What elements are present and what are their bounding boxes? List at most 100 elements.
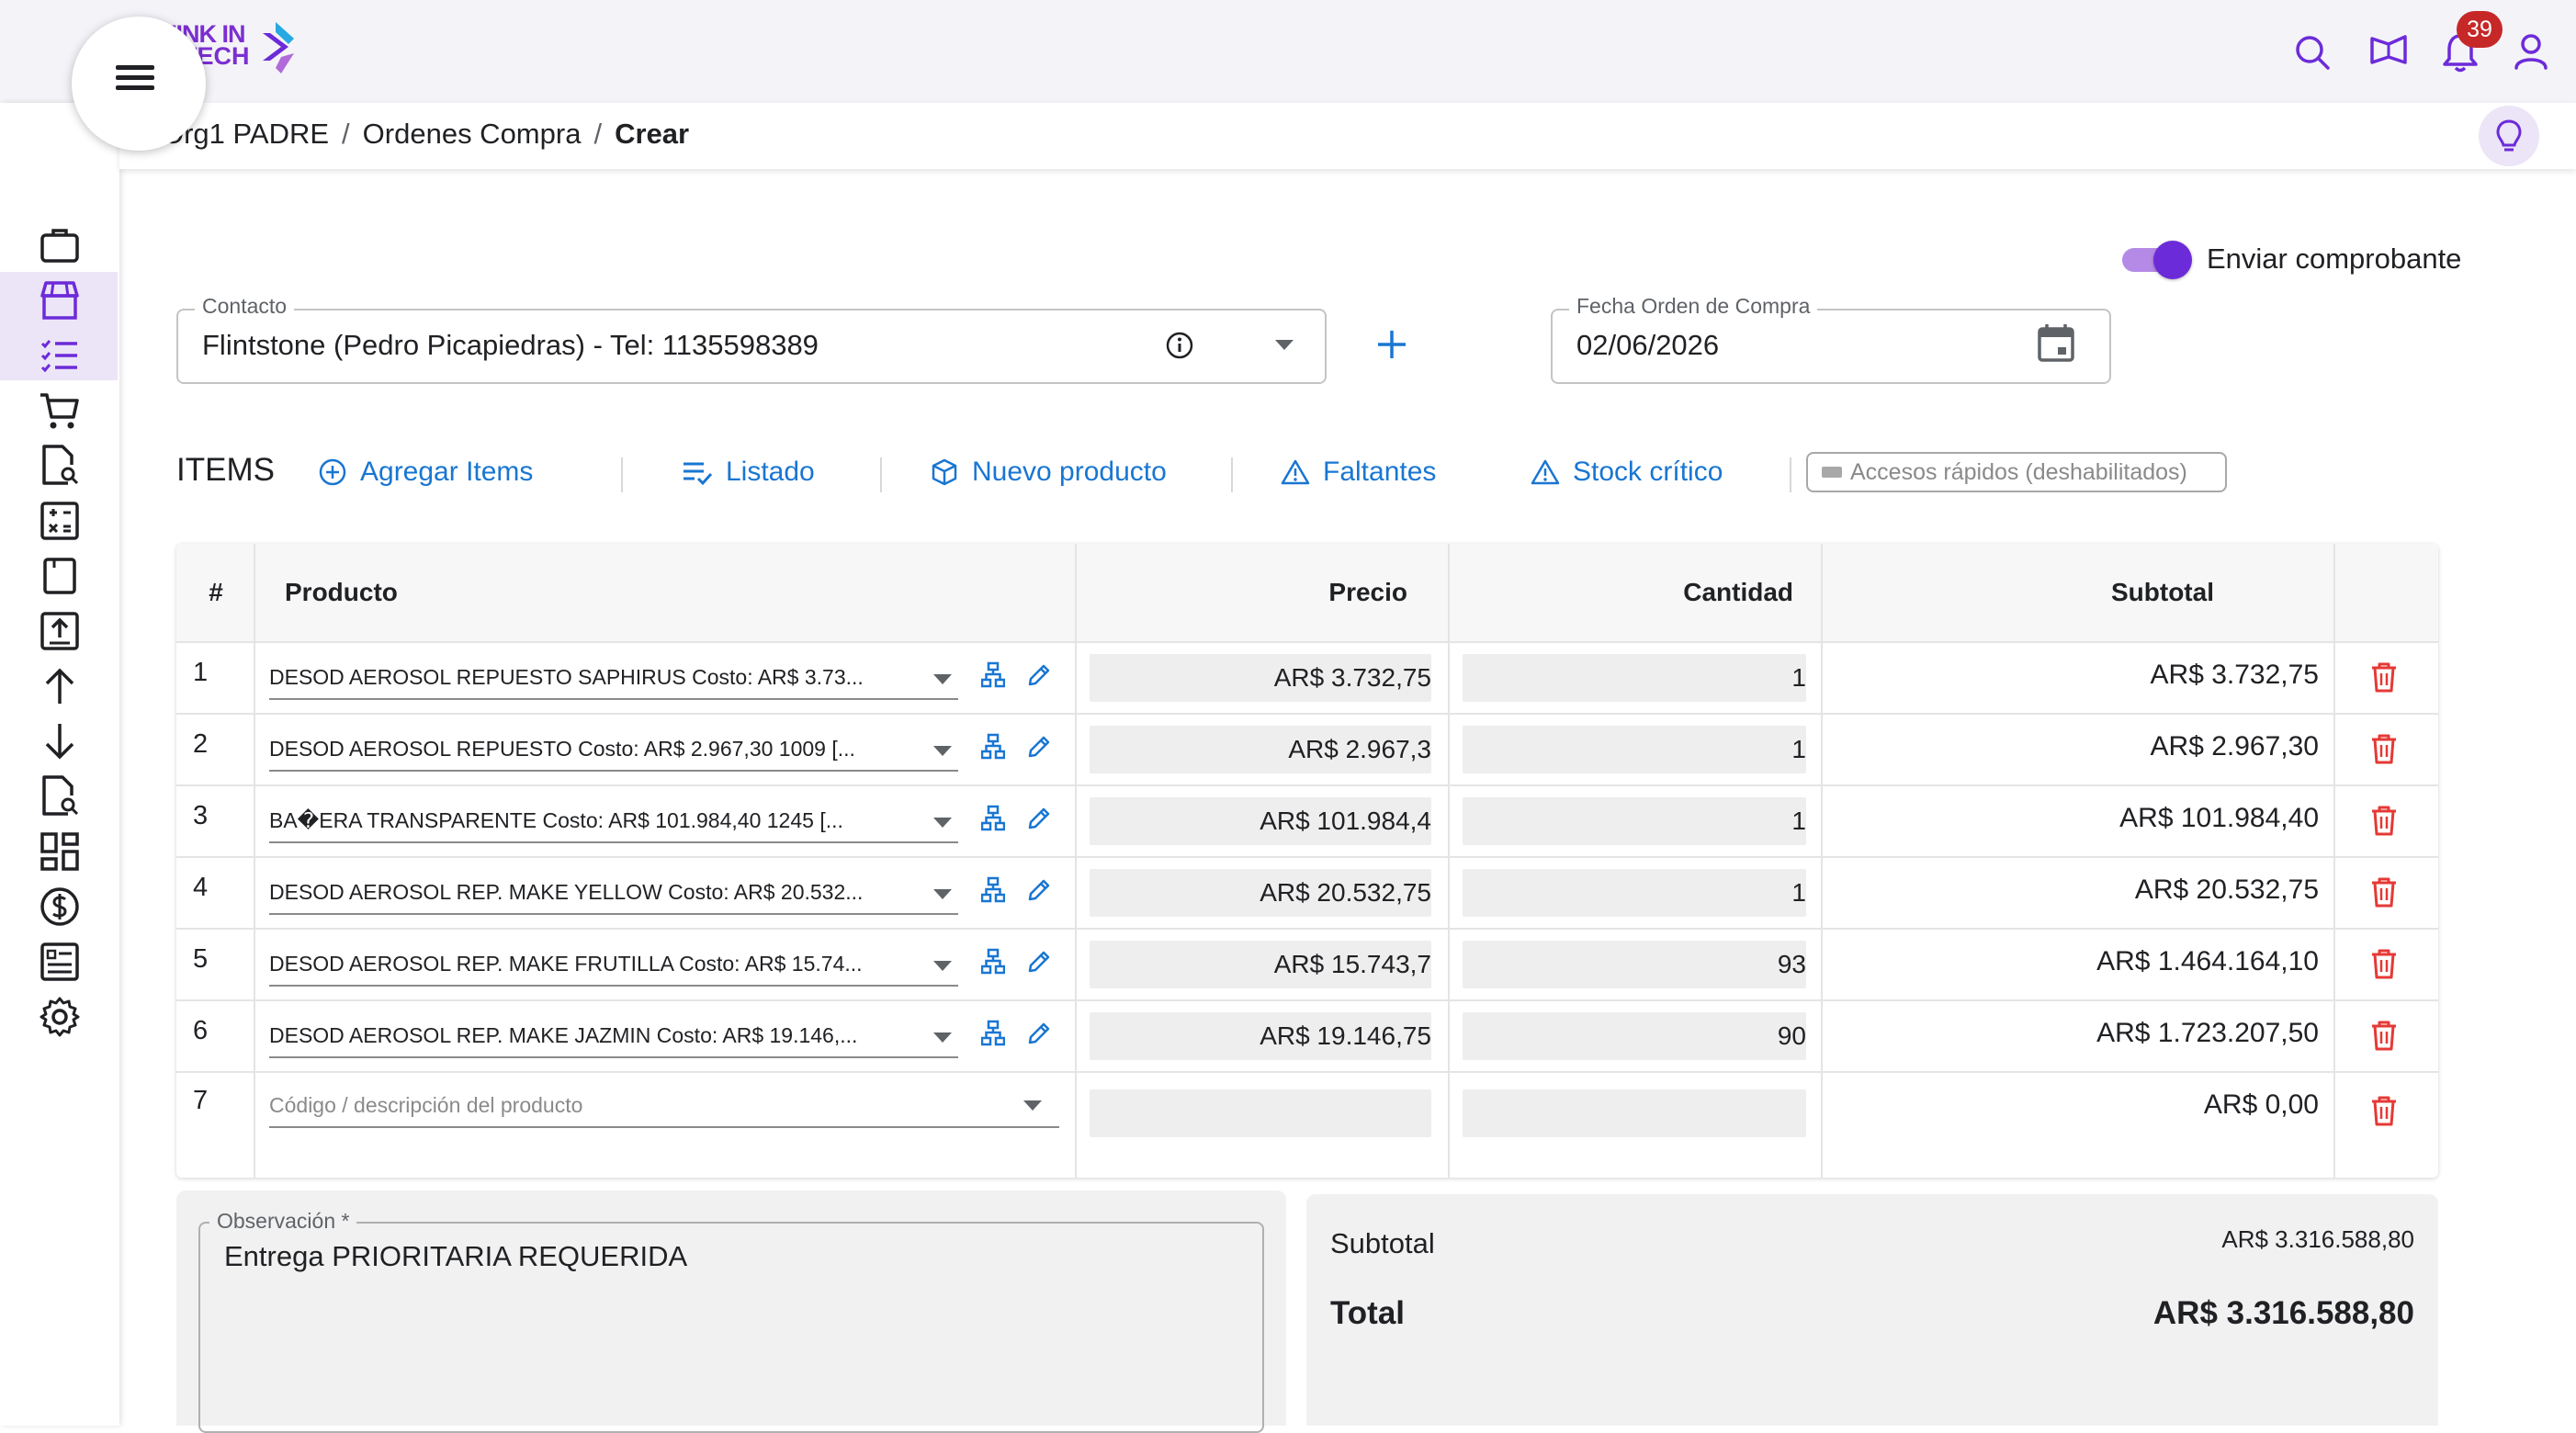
- product-tree-icon[interactable]: [981, 948, 1005, 976]
- info-icon[interactable]: [1165, 331, 1194, 360]
- dollar-icon[interactable]: [37, 884, 83, 930]
- shortcuts-label: Accesos rápidos (deshabilitados): [1850, 458, 2187, 485]
- warning-icon: [1281, 459, 1310, 485]
- report-icon[interactable]: [37, 939, 83, 985]
- product-tree-icon[interactable]: [981, 661, 1005, 689]
- search-icon[interactable]: [2293, 33, 2332, 72]
- product-select[interactable]: DESOD AEROSOL REP. MAKE FRUTILLA Costo: …: [269, 952, 863, 976]
- quantity-input-empty[interactable]: [1463, 1089, 1806, 1137]
- product-select[interactable]: BA�ERA TRANSPARENTE Costo: AR$ 101.984,4…: [269, 808, 843, 833]
- product-dropdown-icon[interactable]: [933, 961, 952, 971]
- totals-card: Subtotal AR$ 3.316.588,80 Total AR$ 3.31…: [1306, 1194, 2438, 1426]
- store-icon[interactable]: [37, 277, 83, 323]
- listado-button[interactable]: Listado: [682, 454, 815, 491]
- doc-search-icon-2[interactable]: [37, 773, 83, 819]
- product-dropdown-icon[interactable]: [1023, 1100, 1042, 1111]
- send-receipt-toggle[interactable]: [2122, 241, 2192, 279]
- product-tree-icon[interactable]: [981, 1020, 1005, 1047]
- row-number: 3: [193, 801, 209, 830]
- price-input-empty[interactable]: [1090, 1089, 1431, 1137]
- quantity-input[interactable]: 1: [1463, 797, 1806, 845]
- delete-row-icon[interactable]: [2368, 946, 2400, 981]
- stock-critico-button[interactable]: Stock crítico: [1531, 454, 1723, 491]
- product-dropdown-icon[interactable]: [933, 1032, 952, 1043]
- doc-search-icon[interactable]: [37, 443, 83, 489]
- total-value: AR$ 3.316.588,80: [2152, 1295, 2414, 1331]
- user-account-icon[interactable]: [2512, 31, 2550, 72]
- dashboard-icon[interactable]: [37, 829, 83, 874]
- contact-dropdown-icon[interactable]: [1275, 340, 1294, 350]
- settings-icon[interactable]: [37, 994, 83, 1040]
- edit-pencil-icon[interactable]: [1025, 805, 1053, 832]
- product-dropdown-icon[interactable]: [933, 746, 952, 756]
- price-input[interactable]: AR$ 3.732,75: [1090, 654, 1431, 702]
- edit-pencil-icon[interactable]: [1025, 733, 1053, 761]
- quantity-input[interactable]: 90: [1463, 1012, 1806, 1060]
- row-divider: [176, 856, 2438, 858]
- faltantes-button[interactable]: Faltantes: [1281, 454, 1436, 491]
- price-input[interactable]: AR$ 19.146,75: [1090, 1012, 1431, 1060]
- price-input[interactable]: AR$ 2.967,3: [1090, 726, 1431, 773]
- quantity-input[interactable]: 1: [1463, 869, 1806, 917]
- delete-row-icon[interactable]: [2368, 803, 2400, 838]
- calculator-icon[interactable]: [37, 498, 83, 544]
- arrow-down-icon[interactable]: [37, 718, 83, 764]
- price-input[interactable]: AR$ 15.743,7: [1090, 941, 1431, 988]
- row-number: 5: [193, 944, 209, 974]
- product-select[interactable]: DESOD AEROSOL REPUESTO SAPHIRUS Costo: A…: [269, 665, 864, 690]
- product-tree-icon[interactable]: [981, 805, 1005, 832]
- table-row: 4 DESOD AEROSOL REP. MAKE YELLOW Costo: A…: [176, 856, 2438, 928]
- total-label: Total: [1330, 1295, 1406, 1331]
- sidebar: [0, 103, 119, 1426]
- announcement-icon[interactable]: [2368, 31, 2409, 72]
- menu-button[interactable]: [72, 17, 206, 151]
- edit-pencil-icon[interactable]: [1025, 661, 1053, 689]
- toolbar-divider: [1231, 457, 1233, 492]
- add-items-button[interactable]: Agregar Items: [318, 454, 533, 491]
- product-input-underline: [269, 770, 958, 772]
- checklist-icon[interactable]: [37, 333, 83, 378]
- edit-pencil-icon[interactable]: [1025, 948, 1053, 976]
- add-contact-icon[interactable]: [1374, 327, 1409, 362]
- delete-row-icon[interactable]: [2368, 1093, 2400, 1128]
- price-input[interactable]: AR$ 20.532,75: [1090, 869, 1431, 917]
- calendar-icon[interactable]: [2036, 322, 2076, 364]
- briefcase-icon[interactable]: [37, 222, 83, 268]
- upload-icon[interactable]: [37, 608, 83, 654]
- cart-icon[interactable]: [37, 388, 83, 434]
- listado-label: Listado: [726, 457, 815, 487]
- quantity-input[interactable]: 93: [1463, 941, 1806, 988]
- product-select[interactable]: DESOD AEROSOL REP. MAKE YELLOW Costo: AR…: [269, 880, 863, 905]
- product-dropdown-icon[interactable]: [933, 674, 952, 684]
- quantity-input[interactable]: 1: [1463, 654, 1806, 702]
- product-search-input[interactable]: Código / descripción del producto: [269, 1093, 582, 1118]
- arrow-up-icon[interactable]: [37, 663, 83, 709]
- new-product-button[interactable]: Nuevo producto: [930, 454, 1167, 491]
- table-row: 5 DESOD AEROSOL REP. MAKE FRUTILLA Costo:…: [176, 928, 2438, 999]
- delete-row-icon[interactable]: [2368, 1018, 2400, 1053]
- faltantes-label: Faltantes: [1323, 457, 1437, 487]
- product-select[interactable]: DESOD AEROSOL REP. MAKE JAZMIN Costo: AR…: [269, 1023, 857, 1048]
- delete-row-icon[interactable]: [2368, 731, 2400, 766]
- subtotal-value: AR$ 3.316.588,80: [2221, 1225, 2414, 1253]
- tips-button[interactable]: [2479, 106, 2539, 166]
- contact-value: Flintstone (Pedro Picapiedras) - Tel: 11…: [202, 329, 819, 361]
- col-header-cantidad: Cantidad: [1683, 578, 1793, 606]
- delete-row-icon[interactable]: [2368, 660, 2400, 694]
- breadcrumb-ordenes[interactable]: Ordenes Compra: [363, 118, 582, 151]
- product-dropdown-icon[interactable]: [933, 818, 952, 828]
- quantity-input[interactable]: 1: [1463, 726, 1806, 773]
- product-dropdown-icon[interactable]: [933, 889, 952, 899]
- product-tree-icon[interactable]: [981, 876, 1005, 904]
- product-tree-icon[interactable]: [981, 733, 1005, 761]
- breadcrumb-separator: /: [593, 118, 603, 150]
- edit-pencil-icon[interactable]: [1025, 876, 1053, 904]
- keyboard-icon: [1822, 467, 1842, 478]
- product-select[interactable]: DESOD AEROSOL REPUESTO Costo: AR$ 2.967,…: [269, 737, 855, 762]
- book-icon[interactable]: [37, 553, 83, 599]
- row-number: 7: [193, 1086, 209, 1115]
- row-divider: [176, 928, 2438, 930]
- delete-row-icon[interactable]: [2368, 874, 2400, 909]
- edit-pencil-icon[interactable]: [1025, 1020, 1053, 1047]
- price-input[interactable]: AR$ 101.984,4: [1090, 797, 1431, 845]
